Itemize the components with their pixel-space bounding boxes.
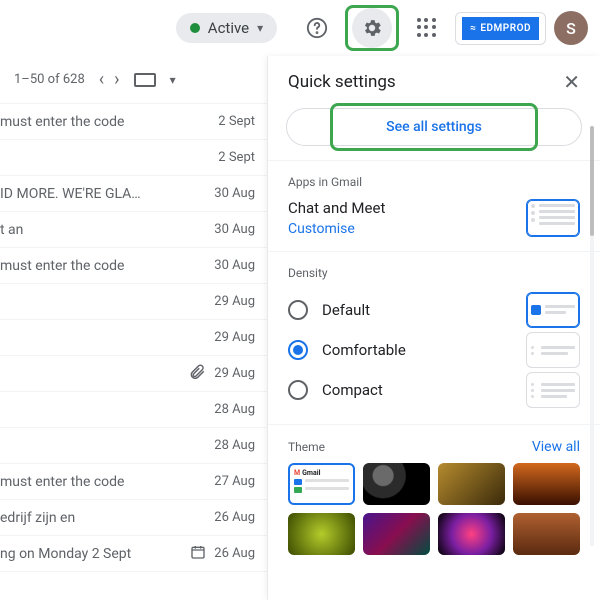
apps-section-label: Apps in Gmail (288, 175, 580, 189)
attachment-icon (188, 363, 206, 385)
email-row[interactable]: 29 Aug (0, 320, 267, 356)
email-date: 26 Aug (214, 510, 255, 525)
density-label: Comfortable (322, 341, 406, 359)
density-preview-compact[interactable] (526, 372, 580, 408)
email-row[interactable]: t an 30 Aug (0, 212, 267, 248)
theme-section-label: Theme (288, 440, 325, 454)
brand-badge[interactable]: ≈ EDMPROD (455, 12, 546, 45)
radio-icon (288, 380, 308, 400)
density-option-comfortable[interactable]: Comfortable (288, 340, 406, 360)
theme-tile[interactable] (513, 513, 580, 555)
see-all-label: See all settings (386, 119, 482, 135)
density-preview-comfortable[interactable] (526, 332, 580, 368)
radio-icon (288, 340, 308, 360)
chevron-down-icon: ▾ (257, 21, 263, 35)
gear-icon (361, 17, 383, 39)
email-date: 30 Aug (214, 258, 255, 273)
panel-title: Quick settings (288, 72, 396, 92)
avatar-initial: S (566, 19, 576, 38)
email-subject: edrijf zijn en (0, 510, 75, 526)
email-date: 2 Sept (218, 150, 255, 165)
chevron-down-icon: ▾ (170, 73, 176, 87)
apps-section: Apps in Gmail Chat and Meet Customise (268, 160, 600, 251)
apps-grid-icon (417, 18, 437, 38)
avatar[interactable]: S (554, 11, 588, 45)
theme-tile[interactable] (363, 513, 430, 555)
theme-section: Theme View all MGmail (268, 424, 600, 569)
customise-link[interactable]: Customise (288, 221, 385, 237)
email-row[interactable]: 29 Aug (0, 284, 267, 320)
pager-label: 1–50 of 628 (14, 72, 85, 87)
wifi-icon: ≈ (470, 23, 476, 34)
email-row[interactable]: 29 Aug (0, 356, 267, 392)
email-list: must enter the code 2 Sept 2 Sept ID MORE. … (0, 104, 267, 600)
input-tools-button[interactable] (134, 73, 156, 87)
email-date: 26 Aug (214, 546, 255, 561)
theme-tile[interactable] (513, 463, 580, 505)
email-date: 27 Aug (214, 474, 255, 489)
email-row[interactable]: must enter the code 27 Aug (0, 464, 267, 500)
brand-label: EDMPROD (480, 23, 531, 34)
email-date: 30 Aug (214, 186, 255, 201)
density-option-default[interactable]: Default (288, 300, 370, 320)
email-date: 29 Aug (214, 366, 255, 381)
next-page-button[interactable]: › (114, 69, 119, 90)
prev-page-button[interactable]: ‹ (99, 69, 104, 90)
email-date: 28 Aug (214, 402, 255, 417)
email-row[interactable]: edrijf zijn en 26 Aug (0, 500, 267, 536)
theme-tile[interactable] (288, 513, 355, 555)
density-option-compact[interactable]: Compact (288, 380, 383, 400)
density-section-label: Density (288, 266, 580, 280)
theme-tile[interactable] (363, 463, 430, 505)
email-subject: ng on Monday 2 Sept (0, 546, 131, 562)
status-chip[interactable]: Active ▾ (176, 13, 277, 43)
email-row[interactable]: ID MORE. WE'RE GLA… 30 Aug (0, 176, 267, 212)
density-label: Default (322, 301, 370, 319)
main: 1–50 of 628 ‹ › ▾ must enter the code 2 S… (0, 56, 600, 600)
email-date: 29 Aug (214, 330, 255, 345)
radio-icon (288, 300, 308, 320)
email-date: 30 Aug (214, 222, 255, 237)
apps-item: Chat and Meet (288, 199, 385, 217)
email-date: 2 Sept (218, 114, 255, 129)
email-row[interactable]: ng on Monday 2 Sept 26 Aug (0, 536, 267, 572)
topbar: Active ▾ ≈ EDMPROD S (0, 0, 600, 56)
theme-tile[interactable] (438, 513, 505, 555)
scrollbar[interactable] (590, 126, 594, 546)
email-row[interactable]: 2 Sept (0, 140, 267, 176)
theme-tile-default[interactable]: MGmail (288, 463, 355, 505)
list-toolbar: 1–50 of 628 ‹ › ▾ (0, 56, 267, 104)
help-icon (306, 17, 328, 39)
email-subject: t an (0, 222, 23, 238)
chat-meet-preview[interactable] (526, 199, 580, 237)
email-date: 29 Aug (214, 294, 255, 309)
density-preview-default[interactable] (526, 292, 580, 328)
status-label: Active (208, 19, 249, 37)
email-row[interactable]: must enter the code 30 Aug (0, 248, 267, 284)
email-list-pane: 1–50 of 628 ‹ › ▾ must enter the code 2 S… (0, 56, 268, 600)
close-button[interactable]: ✕ (563, 70, 580, 94)
help-button[interactable] (297, 8, 337, 48)
google-apps-button[interactable] (407, 8, 447, 48)
scrollbar-thumb[interactable] (590, 126, 594, 236)
density-label: Compact (322, 381, 383, 399)
theme-view-all-link[interactable]: View all (532, 439, 580, 455)
email-subject: must enter the code (0, 114, 124, 130)
email-subject: must enter the code (0, 474, 124, 490)
email-row[interactable]: 28 Aug (0, 428, 267, 464)
settings-button-highlight (345, 5, 399, 51)
settings-button[interactable] (352, 8, 392, 48)
calendar-icon (190, 544, 206, 564)
theme-tile[interactable] (438, 463, 505, 505)
theme-default-label: Gmail (302, 469, 320, 477)
quick-settings-panel: Quick settings ✕ See all settings Apps i… (268, 56, 600, 600)
see-all-settings-button[interactable]: See all settings (286, 108, 582, 146)
status-dot-icon (190, 23, 200, 33)
email-row[interactable]: must enter the code 2 Sept (0, 104, 267, 140)
density-section: Density Default Comfortable (268, 251, 600, 424)
email-date: 28 Aug (214, 438, 255, 453)
email-subject: ID MORE. WE'RE GLA… (0, 186, 141, 202)
email-row[interactable]: 28 Aug (0, 392, 267, 428)
email-subject: must enter the code (0, 258, 124, 274)
